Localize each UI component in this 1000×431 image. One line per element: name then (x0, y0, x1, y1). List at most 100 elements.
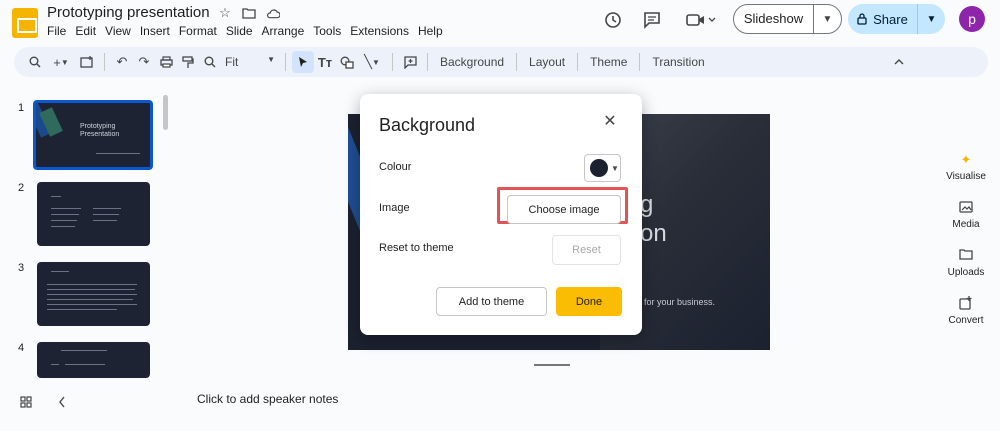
search-menus-icon[interactable] (24, 51, 46, 73)
toolbar-divider (285, 53, 286, 71)
collapse-toolbar-icon[interactable] (888, 51, 910, 73)
new-slide-layout-icon[interactable] (76, 51, 98, 73)
collapse-filmstrip-icon[interactable] (58, 396, 66, 411)
meet-camera-icon[interactable] (684, 10, 718, 30)
canvas-resize-handle[interactable] (534, 364, 570, 366)
star-icon[interactable]: ☆ (218, 5, 232, 20)
thumb-line (47, 309, 117, 310)
done-button[interactable]: Done (556, 287, 622, 316)
menu-bar: File Edit View Insert Format Slide Arran… (47, 24, 452, 38)
paint-format-icon[interactable] (177, 51, 199, 73)
document-title[interactable]: Prototyping presentation (47, 4, 210, 21)
thumb-line (47, 294, 137, 295)
side-uploads-label: Uploads (947, 267, 985, 278)
side-media-label: Media (952, 219, 980, 230)
new-slide-icon[interactable]: + ▼ (46, 51, 76, 73)
share-label: Share (873, 11, 908, 27)
grid-view-icon[interactable] (20, 396, 32, 411)
side-convert-label: Convert (948, 315, 984, 326)
add-to-theme-button[interactable]: Add to theme (436, 287, 547, 316)
menu-insert[interactable]: Insert (140, 24, 170, 38)
filmstrip-scrollbar[interactable] (163, 95, 168, 130)
folder-icon (958, 248, 974, 264)
zoom-select[interactable]: Fit ▼ (221, 55, 279, 69)
print-icon[interactable] (155, 51, 177, 73)
zoom-icon[interactable] (199, 51, 221, 73)
cloud-status-icon[interactable] (266, 6, 280, 20)
slideshow-button[interactable]: Slideshow ▼ (733, 4, 842, 34)
thumb-line (47, 289, 135, 290)
thumb-line (47, 284, 137, 285)
thumb-line (51, 196, 61, 197)
toolbar: + ▼ ↶ ↷ Fit ▼ Tт ╲ ▼ Background Layout T… (14, 47, 988, 77)
thumb-line (47, 304, 137, 305)
image-label: Image (379, 202, 410, 214)
slide-number: 2 (18, 182, 25, 194)
share-dropdown-icon[interactable]: ▼ (918, 14, 945, 25)
slide-number: 3 (18, 262, 25, 274)
side-convert[interactable]: Convert (936, 296, 996, 326)
thumb-title: Prototyping Presentation (80, 123, 120, 138)
menu-edit[interactable]: Edit (75, 24, 96, 38)
convert-icon (958, 296, 974, 312)
background-button[interactable]: Background (434, 55, 510, 69)
version-history-icon[interactable] (603, 10, 623, 30)
undo-icon[interactable]: ↶ (111, 51, 133, 73)
thumb-line (93, 214, 119, 215)
thumb-line (96, 153, 140, 154)
text-box-icon[interactable]: Tт (314, 51, 336, 73)
toolbar-divider (577, 53, 579, 71)
layout-button[interactable]: Layout (523, 55, 571, 69)
zoom-value: Fit (225, 55, 239, 69)
dialog-title: Background (379, 115, 476, 135)
move-folder-icon[interactable] (242, 6, 256, 20)
side-media[interactable]: Media (936, 200, 996, 230)
toolbar-divider (516, 53, 518, 71)
zoom-dropdown-icon: ▼ (267, 55, 275, 64)
image-insert-icon[interactable] (336, 51, 358, 73)
menu-format[interactable]: Format (179, 24, 217, 38)
slide-title-fragment: g (640, 191, 654, 218)
toolbar-divider (104, 53, 105, 71)
speaker-notes-placeholder[interactable]: Click to add speaker notes (197, 392, 338, 406)
colour-picker-button[interactable]: ▼ (584, 154, 621, 182)
select-cursor-icon[interactable] (292, 51, 314, 73)
side-visualise-label: Visualise (946, 171, 986, 182)
reset-button[interactable]: Reset (552, 235, 621, 265)
bottom-controls (20, 396, 66, 411)
side-uploads[interactable]: Uploads (936, 248, 996, 278)
thumb-line (51, 271, 69, 272)
transition-button[interactable]: Transition (646, 55, 710, 69)
slide-thumbnail-3[interactable] (37, 262, 150, 326)
theme-button[interactable]: Theme (584, 55, 633, 69)
thumb-line (61, 350, 107, 351)
comments-icon[interactable] (642, 10, 662, 30)
menu-view[interactable]: View (105, 24, 131, 38)
thumb-line (51, 364, 59, 365)
avatar[interactable]: p (959, 6, 985, 32)
menu-tools[interactable]: Tools (313, 24, 341, 38)
line-icon[interactable]: ╲ ▼ (358, 51, 386, 73)
share-button[interactable]: Share ▼ (848, 4, 945, 34)
slides-logo-icon[interactable] (12, 8, 38, 38)
menu-slide[interactable]: Slide (226, 24, 253, 38)
menu-file[interactable]: File (47, 24, 66, 38)
slideshow-dropdown-icon[interactable]: ▼ (814, 14, 841, 25)
close-icon[interactable]: ✕ (603, 114, 617, 130)
redo-icon[interactable]: ↷ (133, 51, 155, 73)
menu-extensions[interactable]: Extensions (350, 24, 409, 38)
slides-app: Prototyping presentation ☆ File Edit Vie… (0, 0, 1000, 431)
slide-thumbnail-2[interactable] (37, 182, 150, 246)
menu-help[interactable]: Help (418, 24, 443, 38)
insert-comment-icon[interactable] (399, 51, 421, 73)
share-label-wrap[interactable]: Share (848, 4, 918, 34)
choose-image-button[interactable]: Choose image (507, 195, 621, 224)
media-icon (958, 200, 974, 216)
menu-arrange[interactable]: Arrange (262, 24, 305, 38)
speaker-notes-area[interactable] (182, 382, 1000, 431)
side-visualise[interactable]: ✦ Visualise (936, 152, 996, 182)
slide-thumbnail-4[interactable] (37, 342, 150, 378)
slideshow-label[interactable]: Slideshow (734, 5, 814, 33)
chevron-down-icon: ▼ (611, 163, 619, 173)
slide-thumbnail-1[interactable]: Prototyping Presentation (33, 100, 153, 170)
